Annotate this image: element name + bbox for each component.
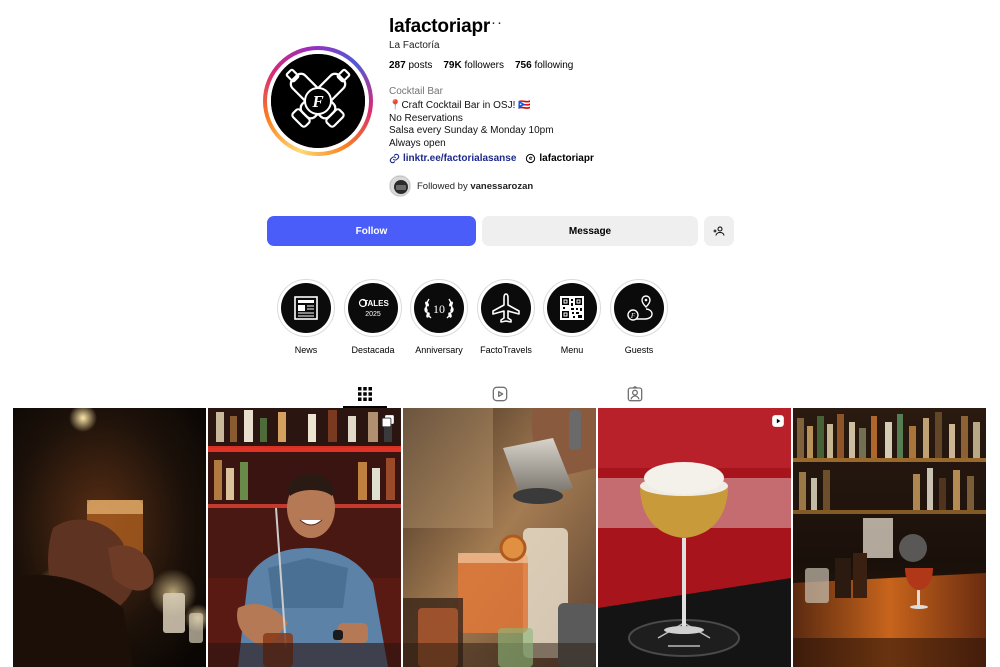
highlight-cover [281,283,331,333]
followed-by-prefix: Followed by [417,180,471,192]
suggest-accounts-button[interactable] [704,216,734,246]
posts-label: posts [408,60,433,71]
post-candlelit-drink[interactable] [13,408,206,667]
laurel-10-icon: 10 [424,298,454,319]
post-bar-counter[interactable] [793,408,986,667]
threads-icon [526,153,536,164]
message-button[interactable]: Message [482,216,698,246]
highlight-label: FactoTravels [480,345,532,355]
story-highlights: News TALES 2025 Destacada 10 Anniversary… [0,279,1000,359]
highlight-label: Menu [560,345,584,355]
highlight-circle [277,279,335,337]
post-image [208,408,401,667]
airplane-icon [492,293,520,323]
highlight-guests[interactable]: F Guests [609,279,669,355]
logo-bottles-icon: F [271,54,365,148]
profile-tabs [0,380,1000,408]
followed-by-text: Followed by vanessarozan [417,181,533,192]
followers-label: followers [464,60,504,71]
highlight-cover: TALES 2025 [348,283,398,333]
qr-code-icon [560,296,584,320]
post-bartender-smiling[interactable] [208,408,401,667]
highlight-factotravels[interactable]: FactoTravels [476,279,536,355]
external-link-text: linktr.ee/factorialasanse [403,153,517,164]
highlight-cover: F [614,283,664,333]
tales-badge-bottom: 2025 [365,311,381,318]
tales-2025-icon: TALES 2025 [358,298,389,318]
bio-line: Always open [389,137,446,149]
highlight-cover [547,283,597,333]
highlight-circle: 10 [410,279,468,337]
reels-icon [492,386,508,402]
person-add-icon [713,226,725,236]
profile-links: linktr.ee/factorialasanse lafactoriapr [389,153,594,164]
svg-text:F: F [311,92,324,111]
profile-stats: 287 posts 79K followers 756 following [389,60,573,71]
highlight-label: News [294,345,318,355]
reel-icon [772,415,784,427]
following-count: 756 [514,60,532,71]
threads-handle: lafactoriapr [539,153,594,164]
followed-by-user: vanessarozan [470,180,534,192]
followed-by[interactable]: Followed by vanessarozan [389,175,533,197]
highlight-destacada[interactable]: TALES 2025 Destacada [343,279,403,355]
profile-full-name: La Factoría [389,40,440,51]
highlight-label: Destacada [351,345,395,355]
carousel-icon [381,415,394,428]
profile-avatar[interactable]: F [271,54,365,148]
post-shaker-pour[interactable] [403,408,596,667]
highlight-cover [481,283,531,333]
profile-avatar-ring[interactable]: F [263,46,373,156]
tab-reels[interactable] [488,384,512,404]
post-image [793,408,986,667]
highlight-anniversary[interactable]: 10 Anniversary [409,279,469,355]
bio-line: No Reservations [389,112,463,124]
profile-category: Cocktail Bar [389,86,443,97]
follower-avatar [389,175,411,197]
location-route-icon: F [627,295,653,321]
tales-badge-top: TALES [363,299,389,308]
highlight-circle [543,279,601,337]
threads-link[interactable]: lafactoriapr [525,153,594,164]
more-options-icon[interactable]: ··· [485,14,503,31]
svg-text:F: F [630,312,636,320]
tab-tagged[interactable] [623,384,647,404]
post-image [13,408,206,667]
bio-line: 📍Craft Cocktail Bar in OSJ! 🇵🇷 [389,100,531,111]
follow-button[interactable]: Follow [267,216,476,246]
following-stat[interactable]: 756 following [515,60,573,71]
posts-stat: 287 posts [389,60,432,71]
tagged-icon [627,386,643,402]
posts-grid [13,408,987,667]
highlight-circle [477,279,535,337]
anniversary-number: 10 [433,302,445,316]
profile-username: lafactoriapr [389,16,491,37]
followers-count: 79K [443,60,462,71]
highlight-news[interactable]: News [276,279,336,355]
link-icon [389,153,400,164]
highlight-label: Anniversary [415,345,463,355]
newspaper-icon [294,296,318,320]
tab-posts[interactable] [353,384,377,404]
followers-stat[interactable]: 79K followers [443,60,504,71]
external-link[interactable]: linktr.ee/factorialasanse [389,153,516,164]
profile-bio: 📍Craft Cocktail Bar in OSJ! 🇵🇷 No Reserv… [389,100,554,150]
posts-count: 287 [389,60,406,71]
following-label: following [534,60,574,71]
highlight-cover: 10 [414,283,464,333]
highlight-label: Guests [624,345,654,355]
follower-avatar-image [390,176,410,196]
post-coupe-cocktail[interactable] [598,408,791,667]
grid-icon [358,387,372,401]
bio-line: Salsa every Sunday & Monday 10pm [389,125,554,136]
highlight-menu[interactable]: Menu [542,279,602,355]
post-image [598,408,791,667]
highlight-circle: F [610,279,668,337]
post-image [403,408,596,667]
highlight-circle: TALES 2025 [344,279,402,337]
avatar-inner: F [267,50,369,152]
